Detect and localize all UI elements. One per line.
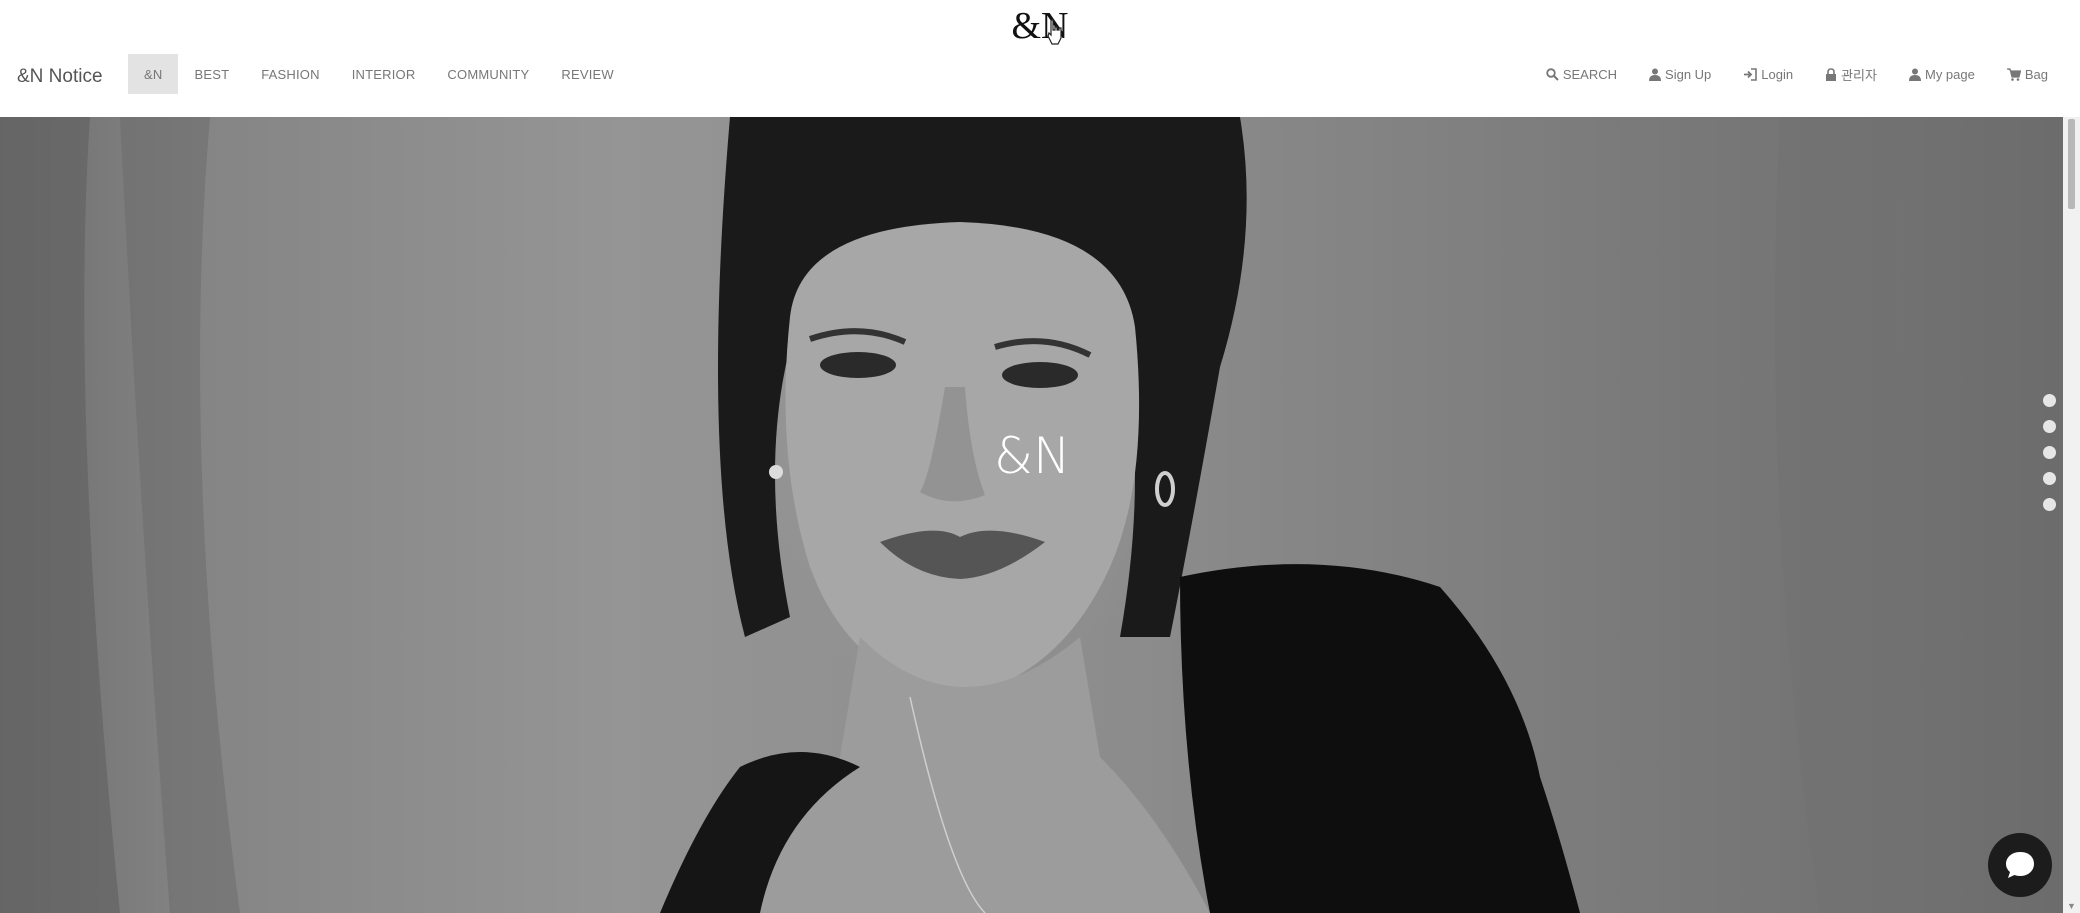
login-icon [1744,67,1758,81]
search-label: SEARCH [1562,66,1618,82]
scrollbar-thumb[interactable] [2068,119,2075,209]
slide-dot-3[interactable] [2043,446,2056,459]
page-scrollbar[interactable]: ▼ [2063,117,2080,913]
my-page-label: My page [1924,66,1975,82]
search-link[interactable]: SEARCH [1546,67,1617,82]
login-label: Login [1761,66,1794,82]
slide-dot-2[interactable] [2043,420,2056,433]
admin-label: 관리자 [1841,67,1877,83]
scroll-down-arrow-icon[interactable]: ▼ [2067,901,2076,911]
my-page-link[interactable]: My page [1908,66,1975,82]
search-icon [1546,67,1559,81]
utility-menu: SEARCH Sign Up Login 관리자 My page Bag [1514,54,2048,94]
pointer-cursor-icon [1047,19,1062,45]
login-link[interactable]: Login [1743,67,1793,82]
slide-dot-1[interactable] [2043,394,2056,407]
chat-bubble-icon [2006,852,2034,878]
menu-item-community[interactable]: COMMUNITY [431,54,545,94]
bag-label: Bag [2024,66,2048,82]
brand-notice-link[interactable]: &N Notice [17,66,103,88]
sign-up-label: Sign Up [1665,66,1712,82]
sign-up-link[interactable]: Sign Up [1649,67,1711,82]
user-icon [1649,68,1662,81]
category-menu: &N BEST FASHION INTERIOR COMMUNITY REVIE… [128,54,630,94]
menu-item-review[interactable]: REVIEW [545,54,629,94]
menu-item-andn[interactable]: &N [128,54,179,94]
menu-item-interior[interactable]: INTERIOR [336,54,432,94]
admin-link[interactable]: 관리자 [1825,65,1877,84]
slide-dot-5[interactable] [2043,498,2056,511]
site-logo[interactable]: &N [0,4,2080,48]
slide-dot-4[interactable] [2043,472,2056,485]
menu-item-fashion[interactable]: FASHION [245,54,335,94]
hero-slider[interactable]: &N [0,117,2063,913]
chat-button[interactable] [1988,833,2052,897]
slider-pagination [2043,394,2056,524]
cart-icon [2006,67,2021,81]
lock-icon [1826,67,1837,81]
bag-link[interactable]: Bag [2006,66,2048,82]
hero-portrait-image [0,117,1960,913]
hero-title: &N [994,427,1071,485]
main-navigation: &N Notice &N BEST FASHION INTERIOR COMMU… [0,54,2080,94]
user-icon [1908,68,1921,81]
menu-item-best[interactable]: BEST [178,54,245,94]
